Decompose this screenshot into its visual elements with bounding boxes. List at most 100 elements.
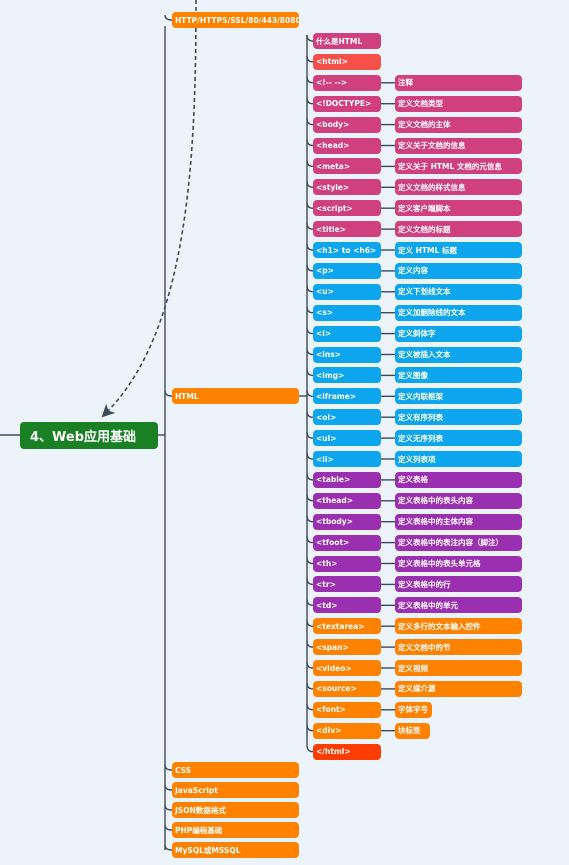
- html-tag-description[interactable]: 定义文档中的节: [395, 639, 522, 656]
- description-label: 定义图像: [398, 370, 428, 380]
- description-label: 定义多行的文本输入控件: [398, 621, 481, 631]
- description-label: 定义客户端脚本: [398, 203, 451, 213]
- branch-json[interactable]: JSON数据格式: [172, 802, 299, 818]
- branch-html[interactable]: HTML: [172, 388, 299, 404]
- html-tag-description[interactable]: 定义关于 HTML 文档的元信息: [395, 158, 522, 175]
- html-tag-node[interactable]: <textarea>: [313, 618, 381, 635]
- html-tag-node[interactable]: <style>: [313, 179, 381, 196]
- html-tag-label: <td>: [316, 600, 338, 610]
- html-tag-description[interactable]: 定义表格: [395, 471, 522, 488]
- description-label: 定义下划线文本: [398, 287, 451, 297]
- html-tag-description[interactable]: 字体字号: [395, 701, 432, 718]
- branch-php[interactable]: PHP编程基础: [172, 822, 299, 838]
- html-tag-description[interactable]: 定义图像: [395, 367, 522, 384]
- html-tag-node[interactable]: <head>: [313, 137, 381, 154]
- html-tag-node[interactable]: <tbody>: [313, 513, 381, 530]
- html-tag-description[interactable]: 定义表格中的行: [395, 576, 522, 593]
- html-tag-node[interactable]: <i>: [313, 325, 381, 342]
- html-tag-node[interactable]: <ins>: [313, 346, 381, 363]
- html-tag-label: <p>: [316, 266, 334, 276]
- html-tag-description[interactable]: 块标签: [395, 722, 430, 739]
- html-tag-node[interactable]: <meta>: [313, 158, 381, 175]
- html-tag-node[interactable]: <thead>: [313, 492, 381, 509]
- description-label: 定义内容: [398, 266, 428, 276]
- description-label: 定义媒介源: [398, 684, 436, 694]
- branch-connector: [164, 764, 173, 771]
- html-tag-description[interactable]: 定义表格中的单元: [395, 597, 522, 614]
- html-tag-description[interactable]: 注释: [395, 74, 522, 91]
- description-label: 定义被插入文本: [398, 350, 451, 359]
- html-tag-node[interactable]: <h1> to <h6>: [313, 242, 381, 258]
- html-tag-label: <ul>: [316, 433, 337, 443]
- html-tag-description[interactable]: 定义斜体字: [395, 325, 522, 342]
- html-tag-description[interactable]: 定义有序列表: [395, 409, 522, 426]
- html-tag-node[interactable]: <!DOCTYPE>: [313, 95, 381, 112]
- html-tag-description[interactable]: 定义加删除线的文本: [395, 304, 522, 321]
- html-tag-label: <th>: [316, 559, 338, 568]
- html-tag-description[interactable]: 定义被插入文本: [395, 346, 522, 363]
- html-tag-description[interactable]: 定义多行的文本输入控件: [395, 618, 522, 635]
- html-tag-node[interactable]: <title>: [313, 221, 381, 238]
- html-tag-node[interactable]: <ul>: [313, 430, 381, 447]
- html-tag-node[interactable]: <u>: [313, 283, 381, 300]
- html-tag-description[interactable]: 定义 HTML 标题: [395, 242, 522, 258]
- html-tag-description[interactable]: 定义表格中的表注内容（脚注）: [395, 534, 522, 551]
- html-tag-node[interactable]: <body>: [313, 116, 381, 133]
- branch-css[interactable]: CSS: [172, 762, 299, 778]
- html-tag-node[interactable]: <tr>: [313, 576, 381, 593]
- html-tag-node[interactable]: <div>: [313, 722, 381, 739]
- html-tag-description[interactable]: 定义表格中的表头单元格: [395, 555, 522, 572]
- html-tag-description[interactable]: 定义文档的标题: [395, 221, 522, 238]
- html-tag-description[interactable]: 定义内联框架: [395, 388, 522, 405]
- description-label: 定义列表项: [398, 454, 436, 464]
- html-tag-label: <meta>: [316, 161, 351, 171]
- html-tag-label: <u>: [316, 287, 334, 297]
- html-tag-node[interactable]: <img>: [313, 367, 381, 384]
- html-tag-description[interactable]: 定义文档类型: [395, 95, 522, 112]
- html-tag-node[interactable]: <s>: [313, 304, 381, 321]
- branch-javascript[interactable]: JavaScript: [172, 782, 299, 798]
- html-tag-node[interactable]: <script>: [313, 200, 381, 217]
- html-tag-node[interactable]: <tfoot>: [313, 534, 381, 551]
- html-tag-description[interactable]: 定义表格中的表头内容: [395, 492, 522, 509]
- html-tag-node[interactable]: <video>: [313, 660, 381, 676]
- html-tag-node[interactable]: <p>: [313, 262, 381, 279]
- html-tag-label: <s>: [316, 308, 334, 318]
- html-tag-node[interactable]: <!-- -->: [313, 74, 381, 91]
- root-node[interactable]: 4、Web应用基础: [20, 422, 158, 449]
- html-tag-label: <span>: [316, 642, 349, 652]
- branch-mysql[interactable]: MySQL或MSSQL: [172, 842, 299, 858]
- html-tag-node[interactable]: <ol>: [313, 409, 381, 426]
- html-tag-description[interactable]: 定义列表项: [395, 451, 522, 467]
- description-label: 定义文档中的节: [398, 642, 451, 652]
- html-tag-label: <img>: [316, 370, 345, 380]
- html-tag-description[interactable]: 定义客户端脚本: [395, 200, 522, 217]
- description-label: 定义表格中的表头单元格: [398, 559, 481, 568]
- html-tag-label: <h1> to <h6>: [316, 245, 377, 255]
- html-tag-node[interactable]: <table>: [313, 471, 381, 488]
- html-tag-description[interactable]: 定义内容: [395, 262, 522, 279]
- html-tag-description[interactable]: 定义文档的主体: [395, 116, 522, 133]
- html-tag-label: <ol>: [316, 412, 337, 422]
- html-tag-node[interactable]: </html>: [313, 743, 381, 760]
- html-tag-description[interactable]: 定义视频: [395, 660, 522, 676]
- html-tag-description[interactable]: 定义文档的样式信息: [395, 179, 522, 196]
- description-label: 定义无序列表: [398, 433, 443, 443]
- html-tag-node[interactable]: <font>: [313, 701, 381, 718]
- html-tag-description[interactable]: 定义无序列表: [395, 430, 522, 447]
- html-tag-node[interactable]: <source>: [313, 680, 381, 697]
- html-tag-description[interactable]: 定义关于文档的信息: [395, 137, 522, 154]
- html-tag-label: <script>: [316, 203, 353, 213]
- html-tag-description[interactable]: 定义表格中的主体内容: [395, 513, 522, 530]
- branch-http[interactable]: HTTP/HTTPS/SSL/80/443/8080: [172, 12, 299, 28]
- description-label: 定义有序列表: [398, 412, 443, 422]
- html-tag-node[interactable]: <html>: [313, 53, 381, 70]
- html-tag-node[interactable]: <iframe>: [313, 388, 381, 405]
- html-tag-node[interactable]: <li>: [313, 451, 381, 467]
- html-tag-node[interactable]: <th>: [313, 555, 381, 572]
- html-tag-description[interactable]: 定义媒介源: [395, 680, 522, 697]
- html-tag-node[interactable]: <span>: [313, 639, 381, 656]
- html-tag-node[interactable]: <td>: [313, 597, 381, 614]
- html-tag-node[interactable]: 什么是HTML: [313, 33, 381, 49]
- html-tag-description[interactable]: 定义下划线文本: [395, 283, 522, 300]
